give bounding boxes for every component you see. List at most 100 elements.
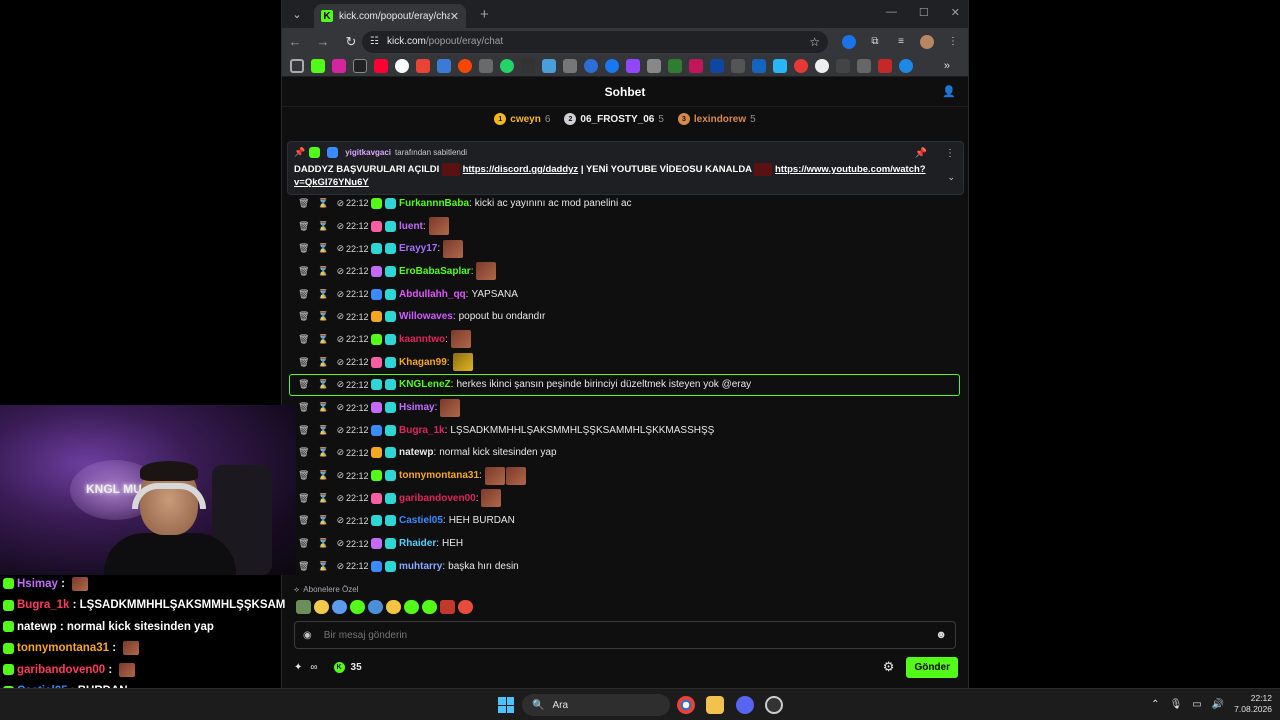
bookmark-icon[interactable] — [647, 58, 661, 73]
chat-rules-icon[interactable]: ◉ — [303, 630, 312, 641]
bookmark-twitch-icon[interactable] — [626, 58, 640, 73]
emote-button[interactable] — [350, 600, 365, 614]
timeout-icon[interactable]: ⌛ — [317, 243, 328, 254]
chat-input-box[interactable]: ◉ ☻ — [294, 621, 956, 649]
ban-icon[interactable]: ⊘ — [337, 538, 345, 549]
emote-button[interactable] — [368, 600, 383, 614]
network-icon[interactable]: ▭ — [1192, 699, 1201, 710]
ban-icon[interactable]: ⊘ — [337, 221, 345, 232]
ban-icon[interactable]: ⊘ — [337, 493, 345, 504]
timeout-icon[interactable]: ⌛ — [317, 357, 328, 368]
address-bar[interactable]: ☷ kick.com /popout/eray/chat ☆ — [362, 30, 828, 53]
chat-message[interactable]: 🗑 ⌛ ⊘ 22:12 Rhaider: HEH — [290, 532, 960, 555]
clock[interactable]: 22:12 7.08.2026 — [1234, 693, 1272, 715]
pinned-link-discord[interactable]: https://discord.gg/daddyz — [463, 164, 579, 175]
message-username[interactable]: FurkannnBaba — [399, 198, 469, 209]
close-tab-icon[interactable]: ✕ — [450, 10, 459, 23]
ban-icon[interactable]: ⊘ — [337, 379, 345, 390]
message-username[interactable]: EroBabaSaplar — [399, 266, 471, 277]
emote-button[interactable] — [458, 600, 473, 614]
emote-button[interactable] — [332, 600, 347, 614]
infinity-icon[interactable]: ∞ — [310, 662, 317, 673]
unpin-icon[interactable]: 📌 — [915, 148, 927, 159]
bookmark-kick-icon[interactable] — [311, 58, 325, 73]
delete-message-icon[interactable]: 🗑 — [298, 402, 309, 413]
ban-icon[interactable]: ⊘ — [337, 311, 345, 322]
timeout-icon[interactable]: ⌛ — [317, 425, 328, 436]
pinned-menu-icon[interactable]: ⋮ — [945, 148, 955, 159]
volume-icon[interactable]: 🔊 — [1212, 699, 1224, 710]
timeout-icon[interactable]: ⌛ — [317, 221, 328, 232]
chat-message[interactable]: 🗑 ⌛ ⊘ 22:12 EroBabaSaplar: — [290, 260, 960, 283]
message-username[interactable]: Erayy17 — [399, 243, 437, 254]
chat-message[interactable]: 🗑 ⌛ ⊘ 22:12 Bugra_1k: LŞSADKMMHHLŞAKSMMHLŞŞKS… — [290, 419, 960, 442]
emote-button[interactable] — [440, 600, 455, 614]
taskbar-search[interactable]: 🔍 Ara — [522, 694, 670, 716]
delete-message-icon[interactable]: 🗑 — [298, 515, 309, 526]
ban-icon[interactable]: ⊘ — [337, 266, 345, 277]
chat-identity-icon[interactable]: ✦ — [294, 662, 302, 673]
leaderboard-item[interactable]: 3 lexindorew 5 — [677, 113, 756, 125]
bookmark-icon[interactable] — [815, 58, 829, 73]
reload-icon[interactable]: ↻ — [344, 34, 358, 50]
bookmark-icon[interactable] — [899, 58, 913, 73]
browser-tab[interactable]: K kick.com/popout/eray/chat ✕ — [314, 4, 466, 28]
bookmark-icon[interactable] — [731, 58, 745, 73]
timeout-icon[interactable]: ⌛ — [317, 334, 328, 345]
timeout-icon[interactable]: ⌛ — [317, 198, 328, 209]
bookmark-gmail-icon[interactable] — [416, 58, 430, 73]
ban-icon[interactable]: ⊘ — [337, 561, 345, 572]
emote-button[interactable] — [296, 600, 311, 614]
emote-button[interactable] — [314, 600, 329, 614]
chat-message[interactable]: 🗑 ⌛ ⊘ 22:12 Hsimay: — [290, 396, 960, 419]
chat-message[interactable]: 🗑 ⌛ ⊘ 22:12 natewp: normal kick sitesinden ya… — [290, 442, 960, 465]
chat-message[interactable]: 🗑 ⌛ ⊘ 22:12 Khagan99: — [290, 351, 960, 374]
emote-button[interactable] — [386, 600, 401, 614]
settings-gear-icon[interactable]: ⚙ — [883, 659, 895, 675]
user-settings-icon[interactable]: 👤 — [942, 85, 956, 98]
delete-message-icon[interactable]: 🗑 — [298, 198, 309, 209]
ban-icon[interactable]: ⊘ — [337, 357, 345, 368]
timeout-icon[interactable]: ⌛ — [317, 379, 328, 390]
bookmark-icon[interactable] — [437, 58, 451, 73]
chat-message-input[interactable] — [323, 629, 936, 641]
emote-button[interactable] — [404, 600, 419, 614]
message-username[interactable]: Willowaves — [399, 311, 453, 322]
delete-message-icon[interactable]: 🗑 — [298, 379, 309, 390]
bookmark-icon[interactable] — [689, 58, 703, 73]
ban-icon[interactable]: ⊘ — [337, 334, 345, 345]
kebab-menu-icon[interactable]: ⋮ — [946, 35, 960, 49]
chat-message[interactable]: 🗑 ⌛ ⊘ 22:12 Abdullahh_qq: YAPSANA — [290, 283, 960, 306]
bookmark-icon[interactable] — [479, 58, 493, 73]
chevron-down-icon[interactable]: ⌄ — [947, 172, 955, 183]
bookmark-icon[interactable] — [521, 58, 535, 73]
forward-icon[interactable]: → — [316, 34, 330, 49]
message-username[interactable]: garibandoven00 — [399, 493, 476, 504]
timeout-icon[interactable]: ⌛ — [317, 289, 328, 300]
emoji-picker-icon[interactable]: ☻ — [935, 629, 947, 641]
delete-message-icon[interactable]: 🗑 — [298, 538, 309, 549]
timeout-icon[interactable]: ⌛ — [317, 447, 328, 458]
message-username[interactable]: Rhaider — [399, 538, 436, 549]
chat-message[interactable]: 🗑 ⌛ ⊘ 22:12 kaanntwo: — [290, 328, 960, 351]
extension-icon[interactable] — [842, 34, 856, 49]
bookmark-icon[interactable] — [584, 58, 598, 73]
bookmark-reddit-icon[interactable] — [458, 58, 472, 73]
message-username[interactable]: Castiel05 — [399, 515, 443, 526]
chat-message[interactable]: 🗑 ⌛ ⊘ 22:12 luent: — [290, 215, 960, 238]
new-tab-button[interactable]: + — [480, 6, 489, 23]
tab-search-button[interactable]: ⌄ — [285, 2, 309, 26]
delete-message-icon[interactable]: 🗑 — [298, 493, 309, 504]
ban-icon[interactable]: ⊘ — [337, 425, 345, 436]
back-icon[interactable]: ← — [288, 34, 302, 49]
message-username[interactable]: natewp — [399, 447, 433, 458]
ban-icon[interactable]: ⊘ — [337, 447, 345, 458]
message-username[interactable]: Bugra_1k — [399, 425, 445, 436]
ban-icon[interactable]: ⊘ — [337, 243, 345, 254]
chat-message[interactable]: 🗑 ⌛ ⊘ 22:12 KNGLeneZ: herkes ikinci şansın pe… — [289, 373, 960, 397]
delete-message-icon[interactable]: 🗑 — [298, 447, 309, 458]
ban-icon[interactable]: ⊘ — [337, 470, 345, 481]
bookmark-icon[interactable] — [542, 58, 556, 73]
delete-message-icon[interactable]: 🗑 — [298, 266, 309, 277]
chat-message[interactable]: 🗑 ⌛ ⊘ 22:12 Castiel05: HEH BURDAN — [290, 510, 960, 533]
